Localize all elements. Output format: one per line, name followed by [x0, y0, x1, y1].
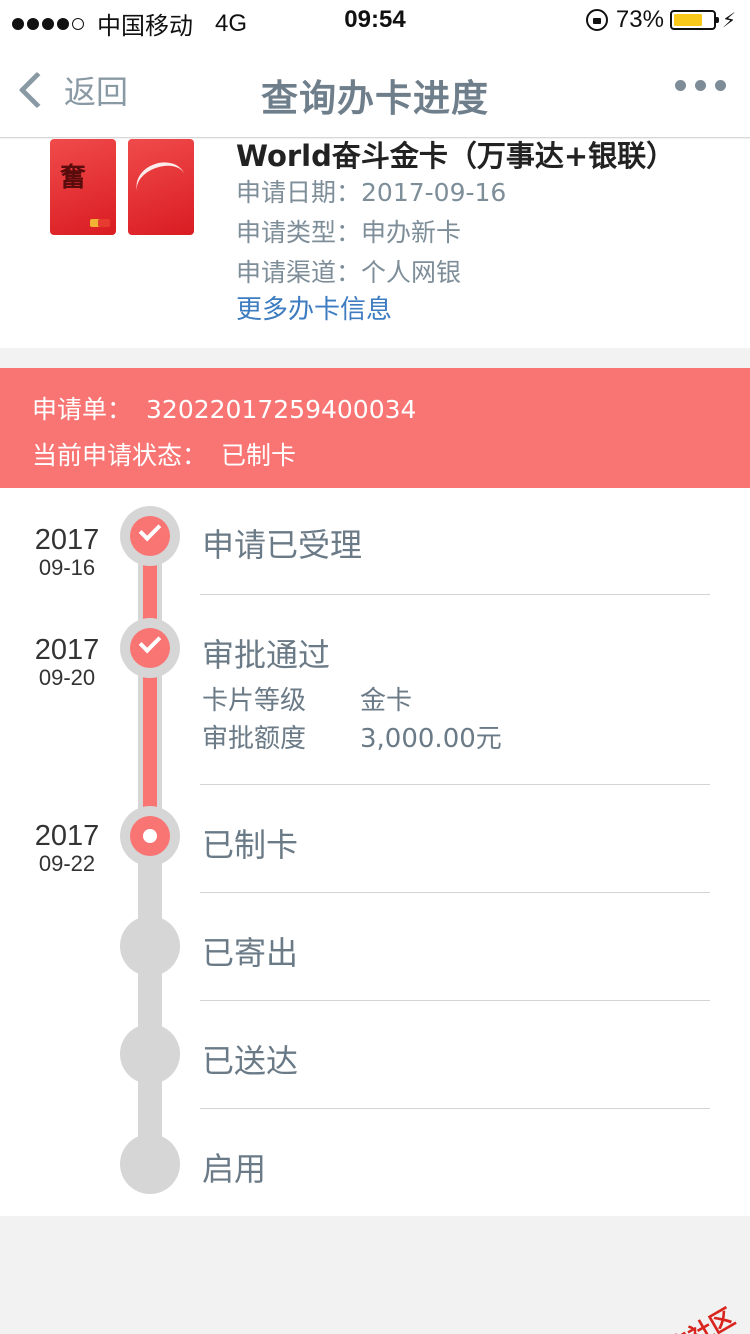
card-image-back [128, 139, 194, 235]
step-title: 已寄出 [202, 934, 299, 972]
progress-timeline: 2017 09-16 申请已受理 2017 09-20 审批通过 卡片等级 金卡… [0, 488, 750, 1216]
step-node-current [120, 806, 180, 866]
step-title: 已送达 [202, 1042, 299, 1080]
battery-icon [669, 10, 719, 30]
battery-percent: 73% [615, 6, 664, 33]
card-info-section: 奮 World奋斗金卡（万事达+银联） 申请日期：2017-09-16 申请类型… [0, 139, 750, 348]
step-title: 审批通过 [202, 636, 331, 674]
step-title: 启用 [202, 1150, 267, 1188]
step-title: 已制卡 [202, 826, 299, 864]
rotation-lock-icon [585, 9, 608, 31]
apply-date-row: 申请日期：2017-09-16 [236, 173, 506, 209]
page-title: 查询办卡进度 [261, 77, 489, 120]
more-dots-icon [675, 80, 686, 91]
step-month-day: 09-20 [38, 665, 96, 690]
footer-area: 卡农社区 [0, 1216, 750, 1334]
application-status-label: 当前申请状态： [32, 441, 208, 470]
current-dot-icon [143, 829, 157, 843]
watermark: 卡农社区 [615, 1298, 740, 1334]
detail-label: 审批额度 [202, 724, 307, 754]
status-bar-right: 73% ⚡ [585, 6, 736, 34]
application-number: 32022017259400034 [146, 395, 417, 424]
step-month-day: 09-16 [38, 555, 96, 580]
step-year: 2017 [34, 524, 100, 556]
card-image-front: 奮 [50, 139, 116, 235]
apply-type-label: 申请类型： [236, 218, 362, 247]
divider [200, 594, 710, 595]
application-status: 已制卡 [221, 441, 297, 470]
step-node-pending [120, 1134, 180, 1194]
apply-channel-value: 个人网银 [361, 258, 462, 287]
battery-level-fill [673, 14, 702, 26]
step-title: 申请已受理 [202, 526, 363, 564]
divider [200, 892, 710, 893]
apply-date-value: 2017-09-16 [361, 178, 507, 207]
step-node-done [120, 618, 180, 678]
check-icon [138, 518, 162, 542]
check-icon [138, 630, 162, 654]
card-name: World奋斗金卡（万事达+银联） [236, 139, 676, 173]
step-date: 2017 09-16 [0, 524, 134, 581]
step-node-done [120, 506, 180, 566]
application-status-banner: 申请单： 32022017259400034 当前申请状态： 已制卡 [0, 368, 750, 488]
detail-value: 3,000.00元 [360, 724, 502, 754]
apply-date-label: 申请日期： [236, 178, 362, 207]
step-date: 2017 09-22 [0, 820, 134, 877]
divider [200, 784, 710, 785]
step-year: 2017 [34, 634, 100, 666]
apply-channel-row: 申请渠道：个人网银 [236, 253, 461, 289]
divider [200, 1108, 710, 1109]
application-number-row: 申请单： 32022017259400034 [32, 390, 416, 426]
step-date: 2017 09-20 [0, 634, 134, 691]
detail-value: 金卡 [360, 686, 413, 716]
divider [200, 1000, 710, 1001]
step-node-pending [120, 916, 180, 976]
application-number-label: 申请单： [32, 395, 133, 424]
apply-channel-label: 申请渠道： [236, 258, 362, 287]
step-year: 2017 [34, 820, 100, 852]
apply-type-row: 申请类型：申办新卡 [236, 213, 461, 249]
timeline-progress-track [143, 538, 157, 838]
navigation-bar: 返回 查询办卡进度 [0, 40, 750, 138]
application-status-row: 当前申请状态： 已制卡 [32, 436, 296, 472]
status-bar: 中国移动 4G 09:54 73% ⚡ [0, 0, 750, 40]
detail-credit-limit: 审批额度 3,000.00元 [202, 718, 502, 755]
more-card-info-link[interactable]: 更多办卡信息 [236, 289, 392, 326]
step-node-pending [120, 1024, 180, 1084]
apply-type-value: 申办新卡 [361, 218, 462, 247]
watermark-text: 卡农社区 [639, 1298, 740, 1334]
step-month-day: 09-22 [38, 851, 96, 876]
detail-card-level: 卡片等级 金卡 [202, 680, 412, 717]
more-options-button[interactable] [666, 80, 726, 91]
detail-label: 卡片等级 [202, 686, 307, 716]
charging-bolt-icon: ⚡ [721, 9, 736, 32]
